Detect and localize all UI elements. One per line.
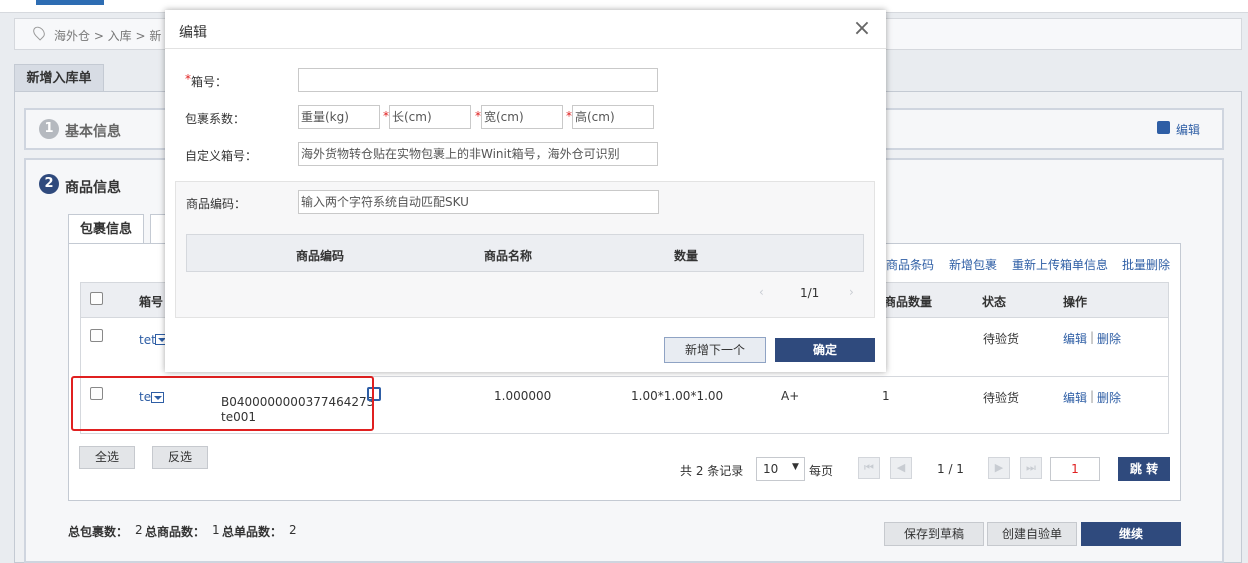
box-no-input[interactable] (298, 68, 658, 92)
sku-prev-page-icon[interactable]: ‹ (759, 285, 764, 299)
sku-page-indicator: 1/1 (800, 286, 820, 300)
col-ops: 操作 (1063, 295, 1088, 309)
row-op-separator: | (1090, 389, 1095, 403)
sku-code-input[interactable]: 输入两个字符系统自动匹配SKU (298, 190, 659, 214)
first-page-icon[interactable]: ⏮ (858, 457, 880, 479)
chevron-down-icon: ▼ (792, 462, 799, 472)
edit-modal: 编辑 × * 箱号： 包裹系数： 重量(kg) * 长(cm) * 宽(cm) … (165, 10, 886, 372)
create-self-inspection-button[interactable]: 创建自验单 (987, 522, 1077, 546)
col-box-no: 箱号 (139, 295, 164, 309)
page-size-value: 10 (763, 462, 779, 476)
row-edit-link[interactable]: 编辑 (1063, 330, 1087, 347)
add-next-button[interactable]: 新增下一个 (664, 337, 766, 363)
weight-input[interactable]: 重量(kg) (298, 105, 380, 129)
last-page-icon[interactable]: ⏭ (1020, 457, 1042, 479)
row-delete-link[interactable]: 删除 (1097, 330, 1121, 347)
step-number-1: 1 (39, 119, 59, 139)
sku-next-page-icon[interactable]: › (849, 285, 854, 299)
confirm-button[interactable]: 确定 (775, 338, 875, 362)
batch-delete-link[interactable]: 批量删除 (1122, 256, 1170, 273)
edit-icon[interactable] (1157, 121, 1170, 134)
tab-package-info[interactable]: 包裹信息 (68, 214, 144, 244)
record-count: 共 2 条记录 (680, 464, 744, 478)
basic-info-edit-link[interactable]: 编辑 (1176, 121, 1200, 138)
total-items-value: 1 (212, 523, 220, 537)
col-status: 状态 (982, 295, 1007, 309)
row-op-separator: | (1090, 330, 1095, 344)
modal-title: 编辑 (179, 25, 207, 41)
select-all-button[interactable]: 全选 (79, 446, 135, 469)
row-delete-link[interactable]: 删除 (1097, 389, 1121, 406)
row-status: 待验货 (983, 391, 1020, 405)
step-number-2: 2 (39, 174, 59, 194)
per-page-label: 每页 (809, 464, 834, 478)
box-no-link[interactable]: tet (139, 333, 156, 347)
sku-col-qty: 数量 (674, 249, 699, 263)
close-icon[interactable]: × (852, 18, 872, 40)
row-qty: 1 (882, 389, 890, 403)
continue-button[interactable]: 继续 (1081, 522, 1181, 546)
jump-button[interactable]: 跳 转 (1118, 457, 1170, 481)
row-status: 待验货 (983, 332, 1020, 346)
row-edit-link[interactable]: 编辑 (1063, 389, 1087, 406)
next-page-icon[interactable]: ▶ (988, 457, 1010, 479)
total-sku-value: 2 (289, 523, 297, 537)
add-package-link[interactable]: 新增包裹 (949, 256, 997, 273)
reupload-packing-list-link[interactable]: 重新上传箱单信息 (1012, 256, 1108, 273)
col-qty: 商品数量 (884, 295, 933, 309)
page-indicator: 1 / 1 (937, 462, 964, 476)
section-basic-info-title: 基本信息 (65, 124, 121, 140)
package-coef-label: 包裹系数： (185, 112, 246, 126)
total-packages-label: 总包裹数： (68, 525, 129, 539)
row-checkbox[interactable] (90, 329, 103, 342)
height-input[interactable]: 高(cm) (572, 105, 654, 129)
goods-barcode-link[interactable]: 商品条码 (886, 256, 934, 273)
prev-page-icon[interactable]: ◀ (890, 457, 912, 479)
total-packages-value: 2 (135, 523, 143, 537)
custom-box-no-label: 自定义箱号： (185, 149, 258, 163)
sku-code-label: 商品编码： (186, 197, 247, 211)
custom-box-no-input[interactable]: 海外货物转仓贴在实物包裹上的非Winit箱号，海外仓可识别 (298, 142, 658, 166)
sku-col-code: 商品编码 (296, 249, 345, 263)
modal-divider (165, 48, 886, 49)
jump-page-input[interactable]: 1 (1050, 457, 1100, 481)
page-tab-new-inbound[interactable]: 新增入库单 (14, 64, 104, 92)
save-draft-button[interactable]: 保存到草稿 (884, 522, 984, 546)
highlight-box (71, 376, 374, 431)
row-weight: 1.000000 (494, 389, 552, 403)
section-goods-info-title: 商品信息 (65, 180, 121, 196)
box-no-label: 箱号： (191, 75, 228, 89)
total-sku-label: 总单品数： (222, 525, 283, 539)
row-grade: A+ (781, 389, 800, 403)
active-nav-tab[interactable] (36, 0, 104, 5)
sku-col-name: 商品名称 (484, 249, 533, 263)
page-size-select[interactable]: 10 ▼ (756, 457, 805, 481)
width-input[interactable]: 宽(cm) (481, 105, 563, 129)
row-size: 1.00*1.00*1.00 (631, 389, 724, 403)
breadcrumb-text: 海外仓 > 入库 > 新 (54, 29, 162, 43)
invert-selection-button[interactable]: 反选 (152, 446, 208, 469)
length-input[interactable]: 长(cm) (389, 105, 471, 129)
total-items-label: 总商品数： (145, 525, 206, 539)
select-all-checkbox[interactable] (90, 292, 103, 305)
